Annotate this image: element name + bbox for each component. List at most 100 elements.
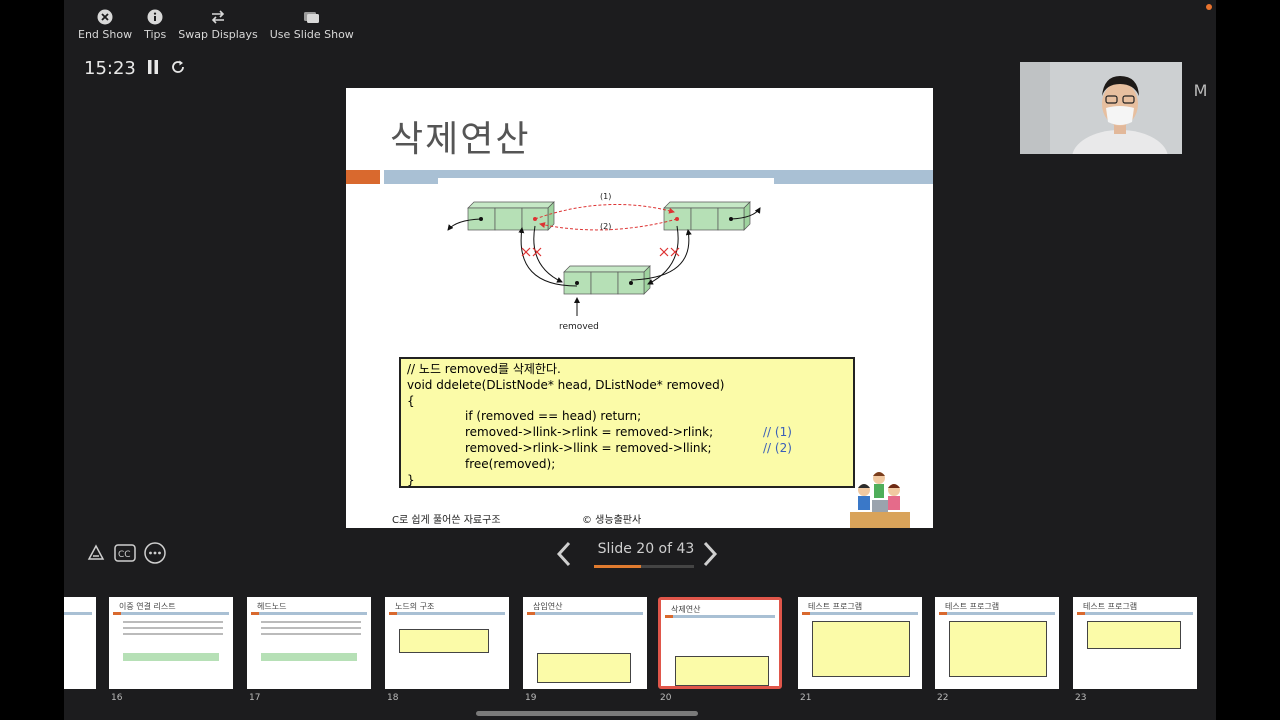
thumbnail-title-bar (527, 612, 643, 615)
thumbnail-text-line (261, 633, 361, 635)
code-line: } (407, 472, 415, 487)
removed-label: removed (559, 322, 599, 332)
webcam-video (1020, 62, 1182, 154)
tips-button[interactable]: Tips (144, 8, 166, 41)
thumbnail-title: 삭제연산 (671, 605, 701, 614)
code-line: free(removed); (465, 456, 556, 471)
slide-thumbnail[interactable]: 테스트 프로그램 (935, 597, 1059, 689)
slide-title: 삭제연산 (390, 119, 531, 160)
thumbnail-number: 17 (249, 693, 261, 703)
current-time-partial: 00:00 PM (1193, 81, 1208, 100)
thumbnail-text-line (261, 621, 361, 623)
slide-thumbnail[interactable]: 테스트 프로그램 (1073, 597, 1197, 689)
code-line: void ddelete(DListNode* head, DListNode*… (407, 377, 725, 392)
right-node (663, 201, 751, 231)
linked-list-diagram: (1) (2) removed (447, 192, 761, 332)
code-line: removed->rlink->llink = removed->llink; /… (465, 440, 792, 455)
tips-label: Tips (144, 28, 167, 41)
slide-progress-fill (594, 565, 641, 568)
presenter-tools: CC (86, 542, 166, 568)
code-comment: // (2) (763, 440, 792, 455)
pen-tool-icon (87, 544, 105, 560)
presenter-toolbar: End Show Tips Swap Displays Use Slide Sh… (78, 8, 354, 41)
code-line: if (removed == head) return; (465, 409, 642, 424)
thumbnail-title-bar (251, 612, 367, 615)
code-line: // 노드 removed를 삭제한다. (407, 362, 561, 376)
reset-timer-button[interactable] (170, 59, 186, 79)
kids-illustration (850, 472, 910, 528)
thumbnail-title-bar (113, 612, 229, 615)
previous-slide-button[interactable] (556, 541, 572, 571)
thumbnail-title: 헤드노드 (257, 602, 287, 611)
thumbnail-diagram (123, 653, 219, 661)
code-block: // 노드 removed를 삭제한다. void ddelete(DListN… (399, 357, 855, 488)
more-options-button[interactable] (144, 542, 166, 568)
presenter-view: End Show Tips Swap Displays Use Slide Sh… (64, 0, 1216, 720)
thumbnail-code-box (399, 629, 489, 653)
thumbnail-text-line (123, 621, 223, 623)
slide-thumbnail[interactable]: 테스트 프로그램 (798, 597, 922, 689)
swap-displays-label: Swap Displays (178, 28, 258, 41)
current-slide: 삭제연산 (1) (2) removed // 노드 removed를 삭제한다… (346, 88, 933, 528)
slide-thumbnail[interactable]: 노드의 구조 (385, 597, 509, 689)
thumbnail-code-box (675, 656, 769, 686)
pause-button[interactable] (146, 59, 160, 79)
thumbnail-code-box (949, 621, 1047, 677)
thumbnail-title: 이중 연결 리스트 (119, 602, 176, 611)
slide-thumbnail[interactable]: 헤드노드 (247, 597, 371, 689)
thumbnail-title: 테스트 프로그램 (945, 602, 1000, 611)
use-slide-show-label: Use Slide Show (269, 28, 354, 41)
thumbnail-text-line (261, 627, 361, 629)
code-comment: // (1) (763, 425, 792, 440)
thumbnail-title: 노드의 구조 (395, 602, 435, 611)
next-slide-button[interactable] (702, 541, 718, 571)
info-icon (146, 8, 164, 26)
thumbnail-code-box (1087, 621, 1181, 649)
svg-text:CC: CC (118, 550, 131, 560)
thumbnail-text-line (123, 633, 223, 635)
slide-navigation: Slide 20 of 43 (556, 537, 726, 577)
thumbnail-number: 19 (525, 693, 537, 703)
slide-thumbnail[interactable] (64, 597, 96, 689)
more-icon (144, 542, 166, 564)
thumbnail-code-box (812, 621, 910, 677)
thumbnail-number: 16 (111, 693, 123, 703)
title-bar-accent (346, 170, 380, 184)
code-line: removed->llink->rlink = removed->rlink; /… (465, 425, 792, 440)
end-show-button[interactable]: End Show (78, 8, 132, 41)
slide-thumbnail-strip: 이중 연결 리스트 16 헤드노드 17 노드의 구조 18 삽입연산 19 삭제연산 20 테스트… (64, 597, 1216, 720)
thumbnail-scrollbar[interactable] (476, 711, 698, 716)
elapsed-time: 15:23 (84, 58, 136, 79)
subtitles-button[interactable]: CC (114, 544, 136, 566)
thumbnail-title-bar (64, 612, 92, 615)
refresh-icon (171, 60, 184, 73)
thumbnail-title: 삽입연산 (533, 602, 563, 611)
timer: 15:23 (84, 58, 186, 79)
slide-footer-book: C로 쉽게 풀어쓴 자료구조 (392, 515, 501, 526)
slide-thumbnail[interactable]: 이중 연결 리스트 (109, 597, 233, 689)
code-line: { (407, 393, 415, 408)
slide-progress-bar (594, 565, 694, 568)
thumbnail-number: 21 (800, 693, 812, 703)
slide-thumbnail[interactable]: 삭제연산 (658, 597, 782, 689)
use-slide-show-button[interactable]: Use Slide Show (270, 8, 354, 41)
closed-captions-icon: CC (114, 544, 136, 562)
slide-footer-publisher: © 생능출판사 (582, 515, 642, 526)
thumbnail-diagram (261, 653, 357, 661)
swap-arrows-icon (209, 8, 227, 26)
chevron-left-icon (556, 541, 571, 567)
thumbnail-number: 20 (660, 693, 672, 703)
laser-pointer-button[interactable] (86, 543, 106, 567)
swap-displays-button[interactable]: Swap Displays (178, 8, 258, 41)
close-circle-icon (96, 8, 114, 26)
recording-indicator (1206, 4, 1212, 10)
slide-thumbnail[interactable]: 삽입연산 (523, 597, 647, 689)
screens-icon (303, 8, 321, 26)
pause-icon (147, 59, 158, 74)
thumbnail-title-bar (1077, 612, 1193, 615)
thumbnail-title-bar (665, 615, 775, 618)
thumbnail-title: 테스트 프로그램 (1083, 602, 1138, 611)
thumbnail-title-bar (802, 612, 918, 615)
cut-marks (521, 247, 680, 257)
end-show-label: End Show (78, 28, 133, 41)
